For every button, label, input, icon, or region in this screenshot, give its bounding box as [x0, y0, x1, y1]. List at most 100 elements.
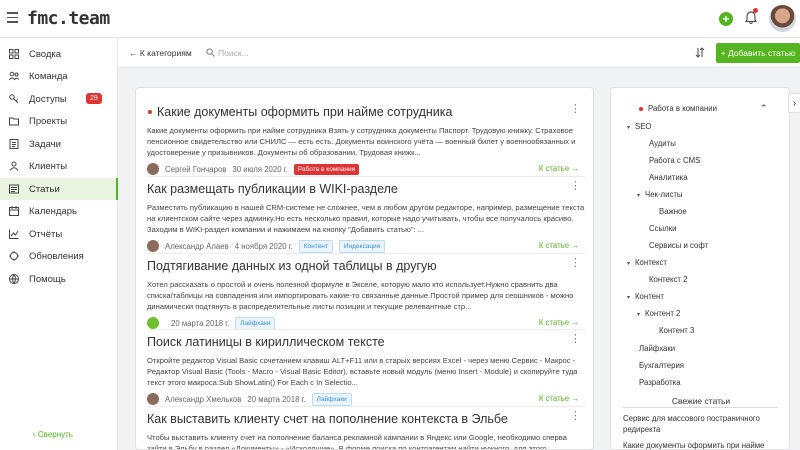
divider: [147, 176, 585, 177]
article-card: Какие документы оформить при найме сотру…: [147, 104, 585, 176]
add-article-button[interactable]: + Добавить статью: [716, 43, 800, 63]
read-article-link[interactable]: К статье →: [539, 241, 579, 250]
category-item[interactable]: ▾ Контекст: [627, 258, 667, 267]
sort-icon[interactable]: [695, 47, 705, 58]
team-icon: [9, 71, 19, 81]
sidebar-item-label: Команда: [29, 70, 68, 82]
divider: [147, 253, 585, 254]
category-item[interactable]: Контент 3: [659, 326, 694, 335]
sidebar-item-label: Обновления: [29, 250, 84, 262]
search-icon: [206, 48, 215, 57]
article-title[interactable]: Какие документы оформить при найме сотру…: [147, 104, 585, 120]
article-card: Как выставить клиенту счет на пополнение…: [147, 411, 585, 450]
sidebar-item-articles[interactable]: Статьи: [0, 178, 118, 200]
fresh-article-link[interactable]: Сервис для массового постраничного редир…: [623, 413, 783, 435]
category-tag[interactable]: Лайфхаки: [235, 316, 276, 330]
sidebar-item-reports[interactable]: Отчёты: [0, 223, 118, 245]
category-item[interactable]: ▾ SEO: [627, 122, 651, 131]
tasks-icon: [9, 139, 19, 149]
article-title[interactable]: Как размещать публикации в WIKI-разделе: [147, 181, 585, 197]
category-tag[interactable]: Индексация: [338, 239, 386, 253]
category-item[interactable]: Аналитика: [649, 173, 688, 182]
more-icon[interactable]: ⋮: [570, 181, 581, 192]
sidebar-item-summary[interactable]: Сводка: [0, 43, 118, 65]
category-item[interactable]: Лайфхаки: [639, 344, 675, 353]
menu-icon[interactable]: [7, 12, 18, 23]
category-item[interactable]: Ссылки: [649, 224, 676, 233]
category-item[interactable]: Аудиты: [649, 139, 676, 148]
author-avatar: [147, 317, 159, 329]
search-input[interactable]: Поиск...: [218, 48, 249, 58]
sidebar-item-clients[interactable]: Клиенты: [0, 155, 118, 177]
article-title[interactable]: Подтягивание данных из одной таблицы в д…: [147, 258, 585, 274]
category-item[interactable]: Работа с CMS: [649, 156, 700, 165]
chevron-up-icon[interactable]: ⌃: [760, 103, 768, 114]
category-tag[interactable]: Работа в компании: [293, 163, 360, 175]
grid-icon: [9, 49, 19, 59]
sidebar-item-updates[interactable]: Обновления: [0, 245, 118, 267]
bell-icon[interactable]: [745, 11, 757, 25]
divider: [147, 406, 585, 407]
category-tag[interactable]: Лайфхаки: [311, 392, 352, 406]
category-item[interactable]: Контекст 2: [649, 275, 687, 284]
article-date: 30 июля 2020 г.: [232, 164, 288, 174]
toolbar: ← К категориям Поиск... + Добавить стать…: [118, 38, 800, 68]
category-item[interactable]: Сервисы и софт: [649, 241, 708, 250]
quick-add-icon[interactable]: +: [719, 12, 733, 26]
collapse-sidebar-button[interactable]: ‹ Свернуть: [33, 430, 73, 439]
calendar-icon: [9, 206, 19, 216]
read-article-link[interactable]: К статье →: [539, 318, 579, 327]
access-count-badge: 29: [86, 93, 102, 104]
sidebar-item-label: Сводка: [29, 48, 62, 60]
category-item[interactable]: ▾ Контент: [627, 292, 664, 301]
sidebar-item-label: Проекты: [29, 115, 68, 127]
category-tag[interactable]: Контент: [298, 239, 333, 253]
fresh-article-link[interactable]: Какие документы оформить при найме: [623, 440, 783, 449]
article-title[interactable]: Как выставить клиенту счет на пополнение…: [147, 411, 585, 427]
more-icon[interactable]: ⋮: [570, 104, 581, 115]
chevron-right-icon[interactable]: ›: [788, 93, 800, 113]
category-item[interactable]: Важное: [659, 207, 687, 216]
back-to-categories-link[interactable]: ← К категориям: [129, 48, 192, 58]
sidebar-item-calendar[interactable]: Календарь: [0, 200, 118, 222]
folder-icon: [9, 117, 19, 126]
more-icon[interactable]: ⋮: [570, 411, 581, 422]
article-excerpt: Хотел рассказать о простой и очень полез…: [147, 280, 574, 311]
plus-icon: +: [720, 48, 729, 58]
category-item[interactable]: ▾ Контент 2: [637, 309, 680, 318]
article-excerpt: Какие документы оформить при найме сотру…: [147, 126, 576, 157]
article-card: Поиск латиницы в кириллическом тексте ⋮ …: [147, 334, 585, 406]
author-name: Александр Алаев: [165, 241, 229, 251]
sidebar-item-label: Клиенты: [29, 160, 68, 172]
chart-icon: [9, 229, 19, 239]
articles-icon: [9, 184, 19, 194]
read-article-link[interactable]: К статье →: [539, 164, 579, 173]
category-current[interactable]: Работа в компании: [639, 104, 717, 113]
sidebar-item-access[interactable]: Доступы 29: [0, 88, 118, 110]
user-avatar[interactable]: [769, 5, 796, 32]
sidebar-item-label: Отчёты: [29, 228, 63, 240]
article-title[interactable]: Поиск латиницы в кириллическом тексте: [147, 334, 585, 350]
help-icon: [9, 274, 19, 284]
unread-dot: [148, 110, 152, 114]
sidebar-item-team[interactable]: Команда: [0, 65, 118, 87]
more-icon[interactable]: ⋮: [570, 258, 581, 269]
category-item[interactable]: ▾ Чек-листы: [637, 190, 683, 199]
sidebar-item-label: Помощь: [29, 273, 66, 285]
author-avatar: [147, 393, 159, 405]
sidebar-item-label: Календарь: [29, 205, 77, 217]
sidebar-item-help[interactable]: Помощь: [0, 268, 118, 290]
read-article-link[interactable]: К статье →: [539, 394, 579, 403]
author-name: Александр Хмельков: [165, 394, 242, 404]
author-name: Сергей Гончаров: [165, 164, 227, 174]
more-icon[interactable]: ⋮: [570, 334, 581, 345]
logo[interactable]: fmc.team: [27, 8, 110, 29]
article-excerpt: Откройте редактор Visual Basic сочетание…: [147, 356, 578, 387]
category-item[interactable]: Бухгалтерия: [639, 361, 684, 370]
article-date: 20 марта 2018 г.: [171, 318, 230, 328]
category-item[interactable]: Разработка: [639, 378, 681, 387]
sidebar-item-projects[interactable]: Проекты: [0, 110, 118, 132]
fresh-articles-title: Свежие статьи: [671, 396, 731, 406]
sidebar: Сводка Команда Доступы 29 Проекты Задачи…: [0, 38, 118, 450]
sidebar-item-tasks[interactable]: Задачи: [0, 133, 118, 155]
